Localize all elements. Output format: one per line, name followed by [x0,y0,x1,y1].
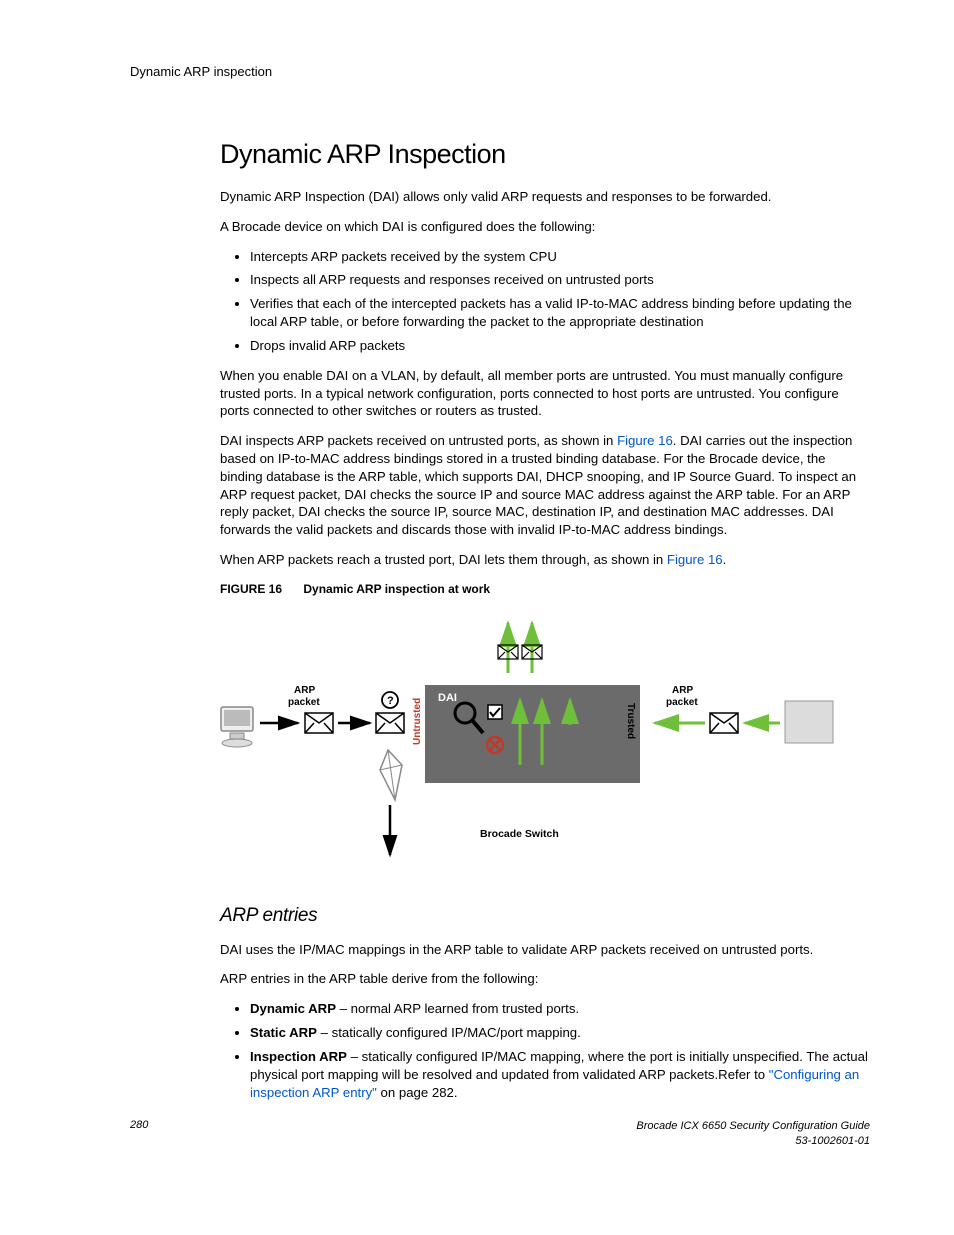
para-intro-1: Dynamic ARP Inspection (DAI) allows only… [220,188,870,206]
text: DAI inspects ARP packets received on unt… [220,433,617,448]
item-term: Inspection ARP [250,1049,347,1064]
list-item: Static ARP – statically configured IP/MA… [250,1024,870,1042]
item-text: – statically configured IP/MAC/port mapp… [317,1025,581,1040]
intro-bullets: Intercepts ARP packets received by the s… [220,248,870,355]
page-title: Dynamic ARP Inspection [220,139,870,170]
arp-packet-right-line2: packet [666,697,698,708]
item-term: Static ARP [250,1025,317,1040]
untrusted-label: Untrusted [412,698,423,745]
switch-label: Brocade Switch [480,828,559,840]
para-inspect: DAI inspects ARP packets received on unt… [220,432,870,539]
svg-text:?: ? [387,695,394,707]
para-enable: When you enable DAI on a VLAN, by defaul… [220,367,870,420]
doc-title: Brocade ICX 6650 Security Configuration … [636,1119,870,1133]
bullet-item: Verifies that each of the intercepted pa… [250,295,870,331]
para-intro-2: A Brocade device on which DAI is configu… [220,218,870,236]
figure-diagram: DAI Untrusted Trusted [220,605,840,875]
figure-label: FIGURE 16 Dynamic ARP inspection at work [220,581,870,597]
arp-entries-list: Dynamic ARP – normal ARP learned from tr… [220,1000,870,1101]
arp-packet-left-line1: ARP [294,685,315,696]
item-term: Dynamic ARP [250,1001,336,1016]
body-content: Dynamic ARP Inspection (DAI) allows only… [220,188,870,1101]
bullet-item: Inspects all ARP requests and responses … [250,271,870,289]
item-text: on page 282. [377,1085,458,1100]
trusted-label: Trusted [625,703,636,739]
figure-title: Dynamic ARP inspection at work [303,582,490,596]
arp-packet-right-line1: ARP [672,685,693,696]
figure-link[interactable]: Figure 16 [617,433,673,448]
para-trusted: When ARP packets reach a trusted port, D… [220,551,870,569]
list-item: Dynamic ARP – normal ARP learned from tr… [250,1000,870,1018]
bullet-item: Intercepts ARP packets received by the s… [250,248,870,266]
list-item: Inspection ARP – statically configured I… [250,1048,870,1101]
item-text: – normal ARP learned from trusted ports. [336,1001,579,1016]
figure-number: FIGURE 16 [220,582,282,596]
doc-number: 53-1002601-01 [636,1134,870,1148]
arp-packet-left-line2: packet [288,697,320,708]
text: . [723,552,727,567]
arp-para-1: DAI uses the IP/MAC mappings in the ARP … [220,941,870,959]
dai-label: DAI [438,692,457,704]
page-number: 280 [130,1119,148,1131]
figure-link[interactable]: Figure 16 [667,552,723,567]
arp-para-2: ARP entries in the ARP table derive from… [220,970,870,988]
text: When ARP packets reach a trusted port, D… [220,552,667,567]
page-header: Dynamic ARP inspection [130,64,870,79]
text: . DAI carries out the inspection based o… [220,433,856,537]
subsection-heading: ARP entries [220,903,870,929]
bullet-item: Drops invalid ARP packets [250,337,870,355]
